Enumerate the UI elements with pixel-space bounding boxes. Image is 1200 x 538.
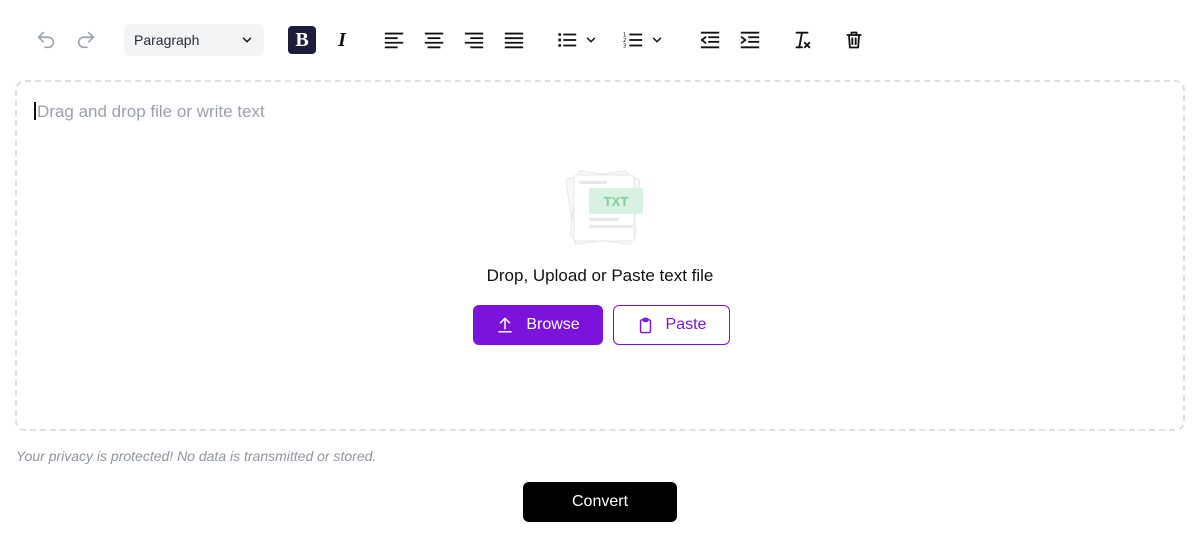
indent-button[interactable] xyxy=(735,25,765,55)
redo-icon xyxy=(77,31,95,49)
delete-button[interactable] xyxy=(839,25,869,55)
paste-button[interactable]: Paste xyxy=(613,305,730,345)
txt-file-illustration: TXT xyxy=(565,170,643,245)
privacy-note: Your privacy is protected! No data is tr… xyxy=(16,448,377,464)
bold-button[interactable]: B xyxy=(288,26,316,54)
indent-icon xyxy=(740,31,760,49)
chevron-down-icon xyxy=(652,37,662,43)
numbered-list-icon: 123 xyxy=(623,32,643,49)
clear-format-icon xyxy=(795,31,811,49)
numbered-list-button[interactable]: 123 xyxy=(617,25,669,55)
clipboard-icon xyxy=(639,317,651,333)
align-left-icon xyxy=(384,32,404,49)
svg-text:3: 3 xyxy=(623,43,627,49)
drop-title: Drop, Upload or Paste text file xyxy=(486,266,714,285)
align-justify-icon xyxy=(504,32,524,49)
editor-dropzone[interactable]: Drag and drop file or write text TXT Dro… xyxy=(15,80,1185,431)
undo-button[interactable] xyxy=(31,25,61,55)
redo-button[interactable] xyxy=(71,25,101,55)
clear-format-button[interactable] xyxy=(787,25,817,55)
trash-icon xyxy=(846,31,862,49)
convert-label: Convert xyxy=(571,493,629,510)
undo-icon xyxy=(37,31,55,49)
block-format-select[interactable]: Paragraph xyxy=(124,24,264,56)
convert-button[interactable]: Convert xyxy=(523,482,677,522)
text-caret xyxy=(34,102,36,120)
bold-label: B xyxy=(295,28,309,51)
outdent-icon xyxy=(700,31,720,49)
align-center-icon xyxy=(424,32,444,49)
chevron-down-icon xyxy=(242,37,252,43)
align-right-icon xyxy=(464,32,484,49)
bullet-list-icon xyxy=(558,33,577,47)
upload-icon xyxy=(498,317,513,333)
align-right-button[interactable] xyxy=(459,25,489,55)
browse-label: Browse xyxy=(526,316,580,333)
editor-toolbar: Paragraph B I 123 xyxy=(0,0,1200,80)
chevron-down-icon xyxy=(586,37,596,43)
bullet-list-button[interactable] xyxy=(551,25,603,55)
illustration-label: TXT xyxy=(604,194,629,209)
align-left-button[interactable] xyxy=(379,25,409,55)
browse-button[interactable]: Browse xyxy=(473,305,603,345)
editor-placeholder: Drag and drop file or write text xyxy=(37,102,265,121)
align-center-button[interactable] xyxy=(419,25,449,55)
italic-label: I xyxy=(338,28,346,51)
paste-label: Paste xyxy=(665,316,707,333)
outdent-button[interactable] xyxy=(695,25,725,55)
italic-button[interactable]: I xyxy=(327,25,357,55)
block-format-value: Paragraph xyxy=(134,32,200,48)
align-justify-button[interactable] xyxy=(499,25,529,55)
